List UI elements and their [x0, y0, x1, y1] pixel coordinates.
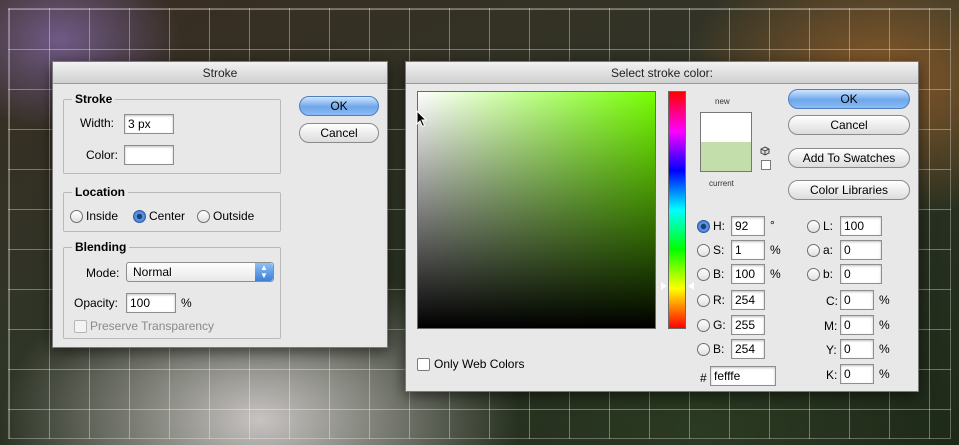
blend-mode-select[interactable]: Normal ▲ ▼ — [126, 262, 274, 282]
color-cancel-button[interactable]: Cancel — [788, 115, 910, 135]
outside-label[interactable]: Outside — [213, 209, 254, 223]
brightness-unit: % — [770, 267, 781, 281]
outside-radio[interactable] — [197, 210, 210, 223]
color-ok-button[interactable]: OK — [788, 89, 910, 109]
stroke-group: Stroke Width: 3 px Color: — [63, 92, 281, 174]
blue-input[interactable]: 254 — [731, 339, 765, 359]
width-label: Width: — [80, 116, 115, 130]
saturation-input[interactable]: 1 — [731, 240, 765, 260]
blending-group-label: Blending — [72, 240, 130, 254]
green-label: G: — [713, 318, 726, 332]
current-label: current — [709, 179, 734, 188]
select-arrows-icon: ▲ ▼ — [255, 263, 273, 281]
a-channel-label: a: — [823, 243, 834, 257]
brightness-label: B: — [713, 267, 725, 281]
saturation-label: S: — [713, 243, 725, 257]
location-group-label: Location — [72, 185, 128, 199]
only-web-colors-label: Only Web Colors — [434, 357, 525, 371]
gamut-cube-icon[interactable] — [760, 146, 770, 156]
stroke-ok-button[interactable]: OK — [299, 96, 379, 116]
mode-label: Mode: — [86, 266, 120, 280]
blend-mode-value: Normal — [133, 265, 172, 279]
hue-label: H: — [713, 219, 725, 233]
add-to-swatches-button[interactable]: Add To Swatches — [788, 148, 910, 168]
new-color-swatch — [700, 112, 752, 142]
cyan-unit: % — [879, 293, 890, 307]
cyan-label: C: — [826, 294, 838, 308]
websafe-swatch-icon[interactable] — [761, 160, 771, 170]
red-radio[interactable] — [697, 294, 710, 307]
blue-radio[interactable] — [697, 343, 710, 356]
new-label: new — [715, 97, 730, 106]
blue-label: B: — [713, 342, 725, 356]
red-input[interactable]: 254 — [731, 290, 765, 310]
color-label: Color: — [86, 148, 119, 162]
yellow-unit: % — [879, 342, 890, 356]
magenta-label: M: — [824, 319, 838, 333]
hue-slider[interactable] — [668, 91, 686, 329]
b-channel-radio[interactable] — [807, 268, 820, 281]
center-radio[interactable] — [133, 210, 146, 223]
saturation-unit: % — [770, 243, 781, 257]
hue-radio[interactable] — [697, 220, 710, 233]
hex-input[interactable]: fefffe — [710, 366, 776, 386]
a-channel-radio[interactable] — [807, 244, 820, 257]
lightness-label: L: — [823, 219, 834, 233]
saturation-radio[interactable] — [697, 244, 710, 257]
opacity-unit: % — [181, 296, 192, 310]
location-group: Location Inside Center Outside — [63, 185, 281, 232]
stroke-dialog-title: Stroke — [53, 62, 387, 84]
yellow-label: Y: — [826, 343, 837, 357]
inside-radio[interactable] — [70, 210, 83, 223]
preserve-transparency-checkbox[interactable] — [74, 320, 87, 333]
hue-unit: ° — [770, 218, 775, 232]
opacity-label: Opacity: — [74, 296, 119, 310]
inside-label[interactable]: Inside — [86, 209, 118, 223]
lightness-input[interactable]: 100 — [840, 216, 882, 236]
stroke-color-swatch[interactable] — [124, 145, 174, 165]
only-web-colors-checkbox[interactable] — [417, 358, 430, 371]
current-color-swatch[interactable] — [700, 142, 752, 172]
black-input[interactable]: 0 — [840, 364, 874, 384]
hue-slider-right-arrow-icon[interactable] — [688, 282, 694, 290]
yellow-input[interactable]: 0 — [840, 339, 874, 359]
blending-group: Blending Mode: Normal ▲ ▼ Opacity: 100 % … — [63, 240, 281, 339]
opacity-input[interactable]: 100 — [126, 293, 176, 313]
hex-label: # — [700, 371, 707, 385]
black-unit: % — [879, 367, 890, 381]
brightness-input[interactable]: 100 — [731, 264, 765, 284]
a-channel-input[interactable]: 0 — [840, 240, 882, 260]
b-channel-input[interactable]: 0 — [840, 264, 882, 284]
preserve-transparency-label: Preserve Transparency — [90, 319, 215, 333]
hue-slider-left-arrow-icon[interactable] — [661, 282, 667, 290]
black-label: K: — [826, 368, 838, 382]
width-input[interactable]: 3 px — [124, 114, 174, 134]
brightness-radio[interactable] — [697, 268, 710, 281]
green-radio[interactable] — [697, 319, 710, 332]
color-picker-dialog: Select stroke color: new current OK Canc… — [405, 61, 919, 392]
b-channel-label: b: — [823, 267, 834, 281]
center-label[interactable]: Center — [149, 209, 185, 223]
color-dialog-title: Select stroke color: — [406, 62, 918, 84]
color-field[interactable] — [417, 91, 656, 329]
pointer-cursor-icon — [416, 110, 428, 128]
stroke-group-label: Stroke — [72, 92, 116, 106]
lightness-radio[interactable] — [807, 220, 820, 233]
stroke-dialog: Stroke Stroke Width: 3 px Color: Locatio… — [52, 61, 388, 348]
hue-input[interactable]: 92 — [731, 216, 765, 236]
color-libraries-button[interactable]: Color Libraries — [788, 180, 910, 200]
magenta-unit: % — [879, 318, 890, 332]
cyan-input[interactable]: 0 — [840, 290, 874, 310]
stroke-cancel-button[interactable]: Cancel — [299, 123, 379, 143]
magenta-input[interactable]: 0 — [840, 315, 874, 335]
red-label: R: — [713, 293, 725, 307]
green-input[interactable]: 255 — [731, 315, 765, 335]
